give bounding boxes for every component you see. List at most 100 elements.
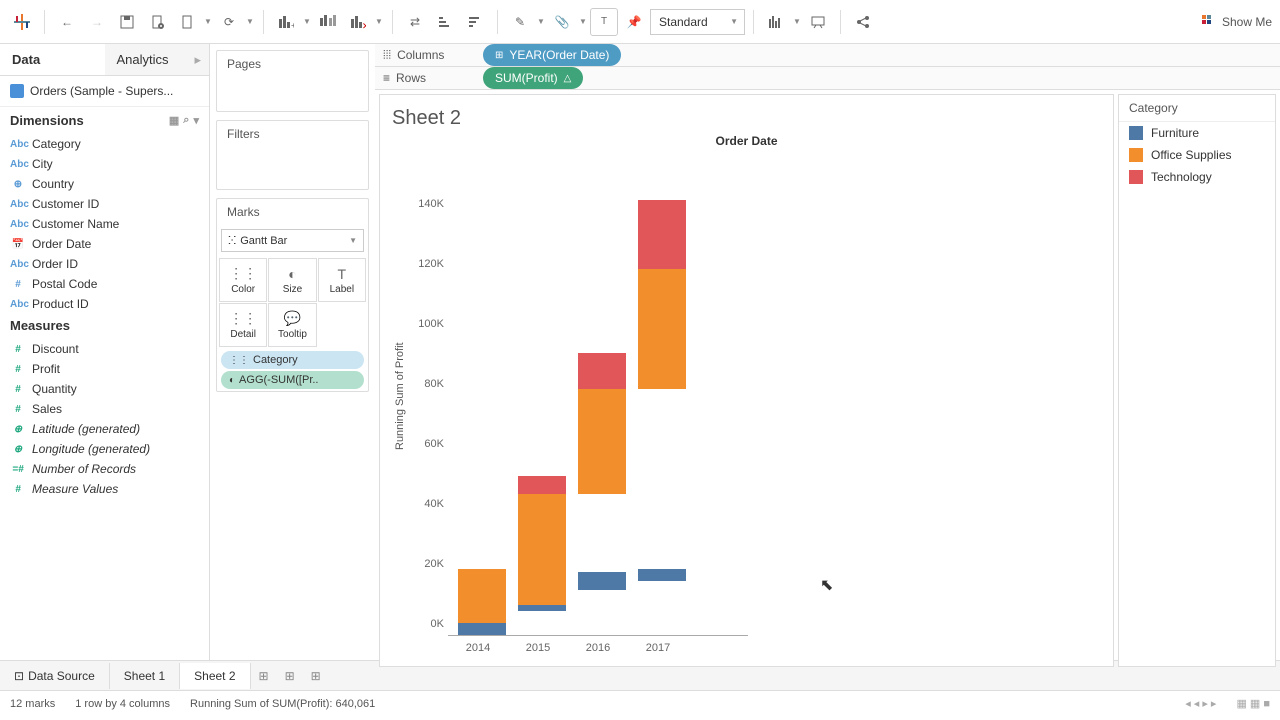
mark-pill[interactable]: ⋮⋮Category: [221, 351, 364, 369]
share-icon[interactable]: [849, 8, 877, 36]
rows-icon: ≡: [383, 71, 390, 85]
search-icon[interactable]: ⌕: [183, 114, 189, 127]
dropdown-icon[interactable]: ▼: [203, 17, 213, 26]
bar-segment[interactable]: [518, 494, 566, 605]
y-axis: 0K20K40K60K80K100K120K140K: [408, 156, 448, 636]
pin-icon[interactable]: 📌: [620, 8, 648, 36]
field-dimension[interactable]: AbcCustomer Name: [0, 214, 209, 234]
presentation-icon[interactable]: [804, 8, 832, 36]
view-icon[interactable]: ▦: [169, 114, 179, 127]
rows-pill[interactable]: SUM(Profit)△: [483, 67, 583, 89]
field-measure[interactable]: #Sales: [0, 399, 209, 419]
tab-data[interactable]: Data: [0, 44, 105, 75]
plot-area[interactable]: [448, 156, 748, 636]
dropdown-icon[interactable]: ▼: [536, 17, 546, 26]
new-story-icon[interactable]: ⊞: [303, 669, 329, 683]
columns-shelf[interactable]: ⦙⦙⦙Columns ⊞YEAR(Order Date): [375, 44, 1280, 67]
tab-sheet2[interactable]: Sheet 2: [180, 663, 250, 689]
dropdown-icon[interactable]: ▼: [792, 17, 802, 26]
datasource-item[interactable]: Orders (Sample - Supers...: [0, 76, 209, 107]
save-icon[interactable]: [113, 8, 141, 36]
legend-item[interactable]: Technology: [1119, 166, 1275, 188]
viz-canvas[interactable]: Sheet 2 Order Date Running Sum of Profit…: [379, 94, 1114, 667]
columns-pill[interactable]: ⊞YEAR(Order Date): [483, 44, 621, 66]
dropdown-icon[interactable]: ▼: [578, 17, 588, 26]
sort-desc-icon[interactable]: [461, 8, 489, 36]
field-dimension[interactable]: AbcOrder ID: [0, 254, 209, 274]
field-measure[interactable]: ⊕Longitude (generated): [0, 439, 209, 459]
new-data-icon[interactable]: [143, 8, 171, 36]
field-dimension[interactable]: #Postal Code: [0, 274, 209, 294]
field-type-icon: #: [10, 279, 26, 290]
mark-color[interactable]: ⋮⋮Color: [219, 258, 267, 302]
bar-segment[interactable]: [578, 353, 626, 389]
field-dimension[interactable]: AbcProduct ID: [0, 294, 209, 312]
filters-card[interactable]: Filters: [216, 120, 369, 190]
fit-select[interactable]: Standard: [650, 9, 745, 35]
tableau-logo-icon[interactable]: [8, 8, 36, 36]
group-icon[interactable]: 📎: [548, 8, 576, 36]
mark-label[interactable]: TLabel: [318, 258, 366, 302]
field-type-icon: Abc: [10, 159, 26, 170]
menu-icon[interactable]: ▾: [193, 114, 199, 127]
legend-item[interactable]: Furniture: [1119, 122, 1275, 144]
dropdown-icon[interactable]: ▼: [245, 17, 255, 26]
sheet-title[interactable]: Sheet 2: [392, 107, 1101, 130]
pages-card[interactable]: Pages: [216, 50, 369, 112]
bar-segment[interactable]: [638, 200, 686, 269]
field-measure[interactable]: #Profit: [0, 359, 209, 379]
dropdown-icon[interactable]: ▼: [374, 17, 384, 26]
field-type-icon: Abc: [10, 219, 26, 230]
field-dimension[interactable]: AbcCategory: [0, 134, 209, 154]
new-worksheet-icon[interactable]: +: [272, 8, 300, 36]
bar-segment[interactable]: [638, 569, 686, 581]
bar-segment[interactable]: [578, 389, 626, 494]
bar-segment[interactable]: [458, 569, 506, 623]
field-type-icon: #: [10, 404, 26, 415]
refresh-icon[interactable]: ⟳: [215, 8, 243, 36]
field-dimension[interactable]: 📅Order Date: [0, 234, 209, 254]
field-type-icon: #: [10, 344, 26, 355]
highlight-icon[interactable]: ✎: [506, 8, 534, 36]
pause-icon[interactable]: [173, 8, 201, 36]
swap-icon[interactable]: ⇄: [401, 8, 429, 36]
clear-icon[interactable]: ✕: [344, 8, 372, 36]
sort-asc-icon[interactable]: [431, 8, 459, 36]
new-worksheet-icon[interactable]: ⊞: [251, 669, 277, 683]
show-me-button[interactable]: Show Me: [1202, 15, 1272, 29]
bar-segment[interactable]: [578, 572, 626, 590]
field-dimension[interactable]: ⊕Country: [0, 174, 209, 194]
field-dimension[interactable]: AbcCustomer ID: [0, 194, 209, 214]
legend-card[interactable]: Category FurnitureOffice SuppliesTechnol…: [1118, 94, 1276, 667]
legend-item[interactable]: Office Supplies: [1119, 144, 1275, 166]
marks-card: Marks ⵘGantt Bar ⋮⋮Color◐SizeTLabel⋮⋮Det…: [216, 198, 369, 392]
field-measure[interactable]: =#Number of Records: [0, 459, 209, 479]
marks-type-select[interactable]: ⵘGantt Bar: [221, 229, 364, 252]
mark-tooltip[interactable]: 💬Tooltip: [268, 303, 316, 347]
mark-pill[interactable]: ◐AGG(-SUM([Pr..: [221, 371, 364, 389]
pill-icon: ⋮⋮: [229, 355, 249, 366]
tab-analytics[interactable]: Analytics: [105, 44, 210, 75]
new-dashboard-icon[interactable]: ⊞: [277, 669, 303, 683]
field-measure[interactable]: ⊕Latitude (generated): [0, 419, 209, 439]
tab-sheet1[interactable]: Sheet 1: [110, 663, 180, 689]
nav-controls[interactable]: ◂ ◂ ▸ ▸: [1185, 697, 1216, 710]
view-controls[interactable]: ▦ ▦ ■: [1236, 697, 1270, 710]
back-icon[interactable]: ←: [53, 8, 81, 36]
field-dimension[interactable]: AbcCity: [0, 154, 209, 174]
mark-size[interactable]: ◐Size: [268, 258, 316, 302]
duplicate-icon[interactable]: [314, 8, 342, 36]
field-measure[interactable]: #Measure Values: [0, 479, 209, 499]
show-cards-icon[interactable]: [762, 8, 790, 36]
label-icon[interactable]: T: [590, 8, 618, 36]
bar-segment[interactable]: [518, 476, 566, 494]
rows-shelf[interactable]: ≡Rows SUM(Profit)△: [375, 67, 1280, 90]
mark-detail[interactable]: ⋮⋮Detail: [219, 303, 267, 347]
cursor-icon: ⬉: [820, 575, 833, 595]
tab-data-source[interactable]: ⊡Data Source: [0, 663, 110, 689]
forward-icon[interactable]: →: [83, 8, 111, 36]
dropdown-icon[interactable]: ▼: [302, 17, 312, 26]
bar-segment[interactable]: [638, 269, 686, 389]
field-measure[interactable]: #Discount: [0, 339, 209, 359]
field-measure[interactable]: #Quantity: [0, 379, 209, 399]
